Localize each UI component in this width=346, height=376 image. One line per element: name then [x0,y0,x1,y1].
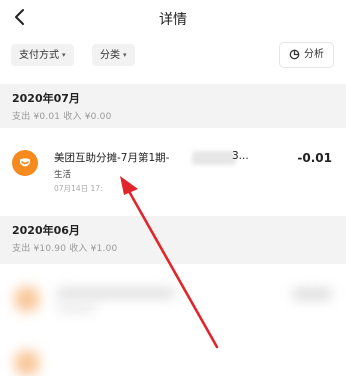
category-label: 分类 [100,50,120,61]
transaction-time: 07月14日 17: [54,184,103,193]
transaction-category: 生活 [54,170,72,180]
blurred-text [56,288,176,298]
header: 详情 [0,0,346,36]
month-summary: 支出 ¥0.01 收入 ¥0.00 [12,112,112,122]
blurred-transaction-row[interactable] [0,276,346,376]
page-title: 详情 [159,12,187,28]
payment-method-label: 支付方式 [19,50,59,61]
month-header-june[interactable]: 2020年06月 支出 ¥10.90 收入 ¥1.00 [0,216,346,264]
blurred-logo [14,350,40,376]
transaction-title: 美团互助分摊-7月第1期- [54,152,170,164]
caret-down-icon: ▾ [123,51,127,59]
transaction-title-tail: 3... [232,150,249,162]
analyze-button[interactable]: 分析 [279,42,334,68]
month-title: 2020年06月 [12,224,80,237]
month-title: 2020年07月 [12,92,80,105]
pie-chart-icon [289,49,300,59]
transaction-row[interactable]: 美团互助分摊-7月第1期- 3... 生活 07月14日 17: -0.01 [0,138,346,206]
blurred-amount [292,288,332,300]
payment-method-filter[interactable]: 支付方式 ▾ [11,44,74,66]
caret-down-icon: ▾ [62,51,66,59]
month-summary: 支出 ¥10.90 收入 ¥1.00 [12,244,118,254]
redacted-text [192,151,236,165]
month-header-july[interactable]: 2020年07月 支出 ¥0.01 收入 ¥0.00 [0,84,346,128]
analyze-label: 分析 [304,49,324,60]
category-filter[interactable]: 分类 ▾ [92,44,135,66]
blurred-text [56,304,96,312]
filter-bar: 支付方式 ▾ 分类 ▾ 分析 [0,40,346,68]
transaction-amount: -0.01 [297,151,332,165]
blurred-logo [14,286,40,312]
meituan-logo-icon [12,150,38,176]
